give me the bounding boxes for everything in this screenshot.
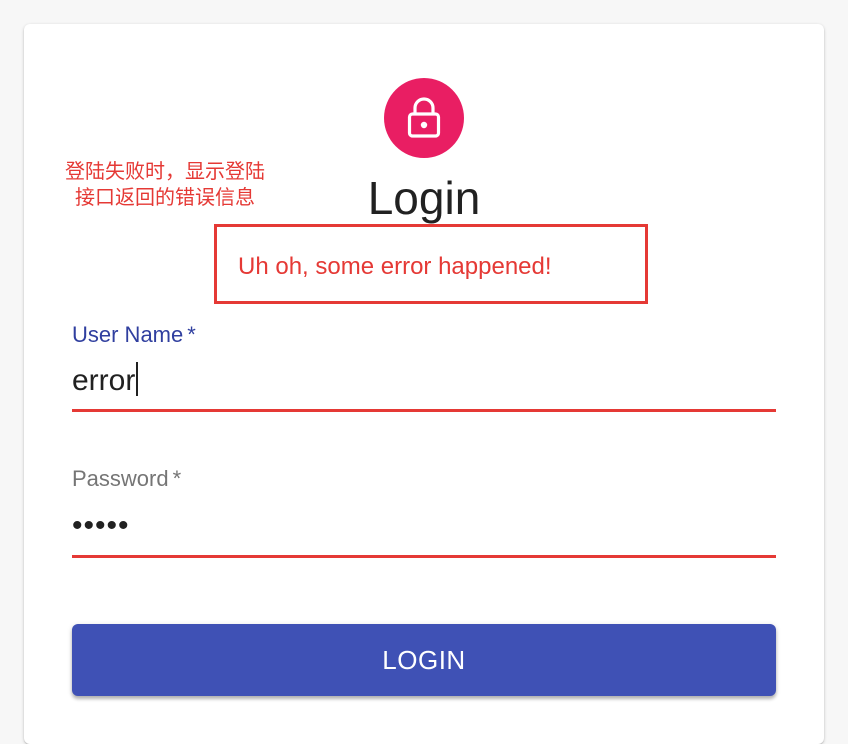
password-field[interactable]: Password * ••••• xyxy=(72,466,776,558)
lock-icon xyxy=(406,96,442,140)
text-caret xyxy=(136,362,139,396)
avatar xyxy=(384,78,464,158)
page-title: Login xyxy=(367,172,481,224)
password-required-mark: * xyxy=(172,466,182,491)
username-underline xyxy=(72,409,776,412)
password-value: ••••• xyxy=(72,509,130,542)
username-label: User Name * xyxy=(72,322,196,348)
username-input[interactable]: error xyxy=(72,362,139,399)
password-underline xyxy=(72,555,776,558)
username-label-text: User Name xyxy=(72,322,184,347)
login-card: 登陆失败时，显示登陆 接口返回的错误信息 Login Uh oh, some e… xyxy=(24,24,824,744)
password-label: Password * xyxy=(72,466,181,492)
username-field[interactable]: User Name * error xyxy=(72,322,776,414)
username-required-mark: * xyxy=(187,322,196,347)
username-value: error xyxy=(72,364,136,397)
error-message: Uh oh, some error happened! xyxy=(238,253,552,280)
password-label-text: Password xyxy=(72,466,169,491)
password-input[interactable]: ••••• xyxy=(72,508,130,544)
login-button[interactable]: LOGIN xyxy=(72,624,776,696)
